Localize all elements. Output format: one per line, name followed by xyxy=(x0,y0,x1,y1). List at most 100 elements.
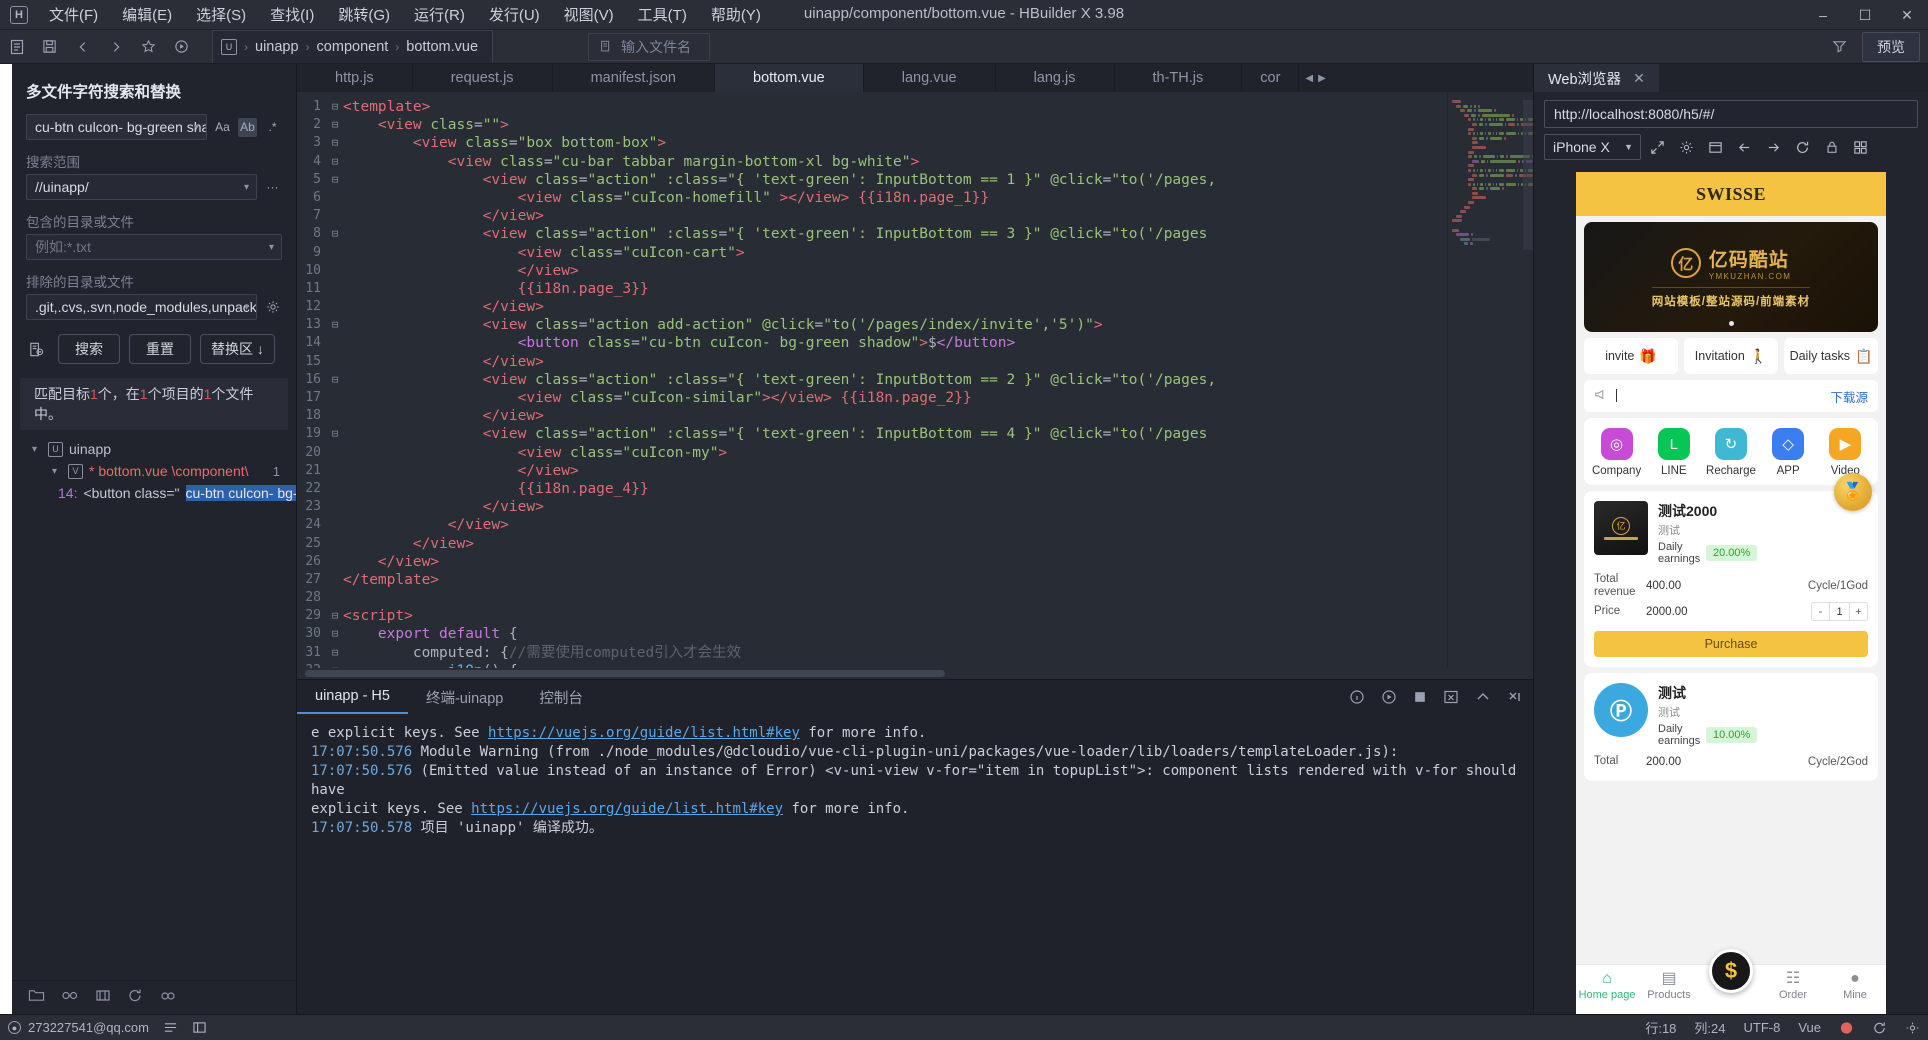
exclude-input[interactable]: .git,.cvs,.svn,node_modules,unpackage ▾ xyxy=(26,294,257,320)
console-output[interactable]: e explicit keys. See https://vuejs.org/g… xyxy=(297,714,1533,1014)
tab-th-th-js[interactable]: th-TH.js xyxy=(1115,64,1243,92)
reload-icon[interactable] xyxy=(1790,134,1815,160)
match-case-icon[interactable]: Aa xyxy=(213,118,232,137)
menu-item-file[interactable]: 文件(F) xyxy=(38,0,109,29)
code-text[interactable]: </view> xyxy=(343,262,1447,280)
status-account-group[interactable]: ● 273227541@qq.com xyxy=(8,1020,149,1035)
code-text[interactable]: <view class=""> xyxy=(343,116,1447,134)
plugin-icon[interactable] xyxy=(95,988,111,1007)
console-run-icon[interactable] xyxy=(1381,689,1397,705)
scope-input[interactable]: //uinapp/ ▾ xyxy=(26,174,257,200)
code-text[interactable]: <script> xyxy=(343,607,1447,625)
include-input[interactable]: 例如:*.txt ▾ xyxy=(26,234,282,260)
product-1-purchase-button[interactable]: Purchase xyxy=(1594,631,1868,657)
download-source-link[interactable]: 下载源 xyxy=(1830,387,1868,406)
search-button[interactable]: 搜索 xyxy=(58,334,120,364)
fold-toggle-icon[interactable]: ⊟ xyxy=(327,134,343,152)
tabbar-mine[interactable]: ● Mine xyxy=(1824,970,1886,1001)
url-input[interactable]: http://localhost:8080/h5/#/ xyxy=(1544,100,1918,128)
save-icon[interactable] xyxy=(33,30,66,64)
status-encoding[interactable]: UTF-8 xyxy=(1744,1020,1781,1035)
tabbar-home[interactable]: ⌂ Home page xyxy=(1576,970,1638,1001)
back-icon[interactable] xyxy=(66,30,99,64)
product-card-2[interactable]: Ⓟ 测试 测试 Daily earnings 10.00% Total 200.… xyxy=(1584,673,1878,781)
status-list-icon[interactable] xyxy=(163,1021,178,1034)
announcement-text[interactable] xyxy=(1616,389,1822,403)
tab-next-icon[interactable]: ▶ xyxy=(1318,73,1326,84)
settings-gear-icon[interactable] xyxy=(263,298,282,317)
fold-toggle-icon[interactable]: ⊟ xyxy=(327,607,343,625)
feature-app[interactable]: ◇ APP xyxy=(1760,428,1816,477)
quantity-increase-button[interactable]: + xyxy=(1850,603,1867,620)
menu-item-goto[interactable]: 跳转(G) xyxy=(327,0,401,29)
code-text[interactable]: <view class="box bottom-box"> xyxy=(343,134,1447,152)
code-text[interactable]: </view> xyxy=(343,535,1447,553)
terminal-link-icon[interactable] xyxy=(61,988,79,1007)
console-tab-output[interactable]: 控制台 xyxy=(521,680,601,714)
code-text[interactable]: <view class="action" :class="{ 'text-gre… xyxy=(343,425,1447,443)
menu-item-find[interactable]: 查找(I) xyxy=(259,0,325,29)
fold-toggle-icon[interactable]: ⊟ xyxy=(327,625,343,643)
quantity-value[interactable]: 1 xyxy=(1829,603,1850,620)
feature-line[interactable]: L LINE xyxy=(1646,428,1702,477)
status-sync-icon[interactable] xyxy=(1872,1021,1887,1035)
menu-item-help[interactable]: 帮助(Y) xyxy=(700,0,772,29)
close-icon[interactable]: ✕ xyxy=(1633,70,1645,87)
code-text[interactable]: </view> xyxy=(343,462,1447,480)
tab-manifest-json[interactable]: manifest.json xyxy=(553,64,715,92)
menu-item-edit[interactable]: 编辑(E) xyxy=(111,0,183,29)
replace-area-button[interactable]: 替换区 ↓ xyxy=(200,334,275,364)
code-text[interactable]: <view class="cuIcon-my"> xyxy=(343,444,1447,462)
breadcrumb-file[interactable]: bottom.vue xyxy=(406,39,478,55)
filter-icon[interactable] xyxy=(1823,30,1856,64)
fold-toggle-icon[interactable]: ⊟ xyxy=(327,316,343,334)
bookmark-star-icon[interactable] xyxy=(132,30,165,64)
code-text[interactable]: <view class="action" :class="{ 'text-gre… xyxy=(343,225,1447,243)
tree-node-file[interactable]: ▾ V * bottom.vue \component\ 1 xyxy=(12,460,296,482)
fold-toggle-icon[interactable]: ⊟ xyxy=(327,116,343,134)
code-text[interactable]: </template> xyxy=(343,571,1447,589)
fold-toggle-icon[interactable]: ⊟ xyxy=(327,644,343,662)
console-tab-h5[interactable]: uinapp - H5 xyxy=(297,680,408,714)
browse-folder-button[interactable]: ··· xyxy=(263,178,282,197)
app-scroll-content[interactable]: 亿 亿码酷站 YMKUZHAN.COM 网站模板/整站源码/前端素材 invit… xyxy=(1576,216,1886,964)
tabbar-order[interactable]: ☷ Order xyxy=(1762,970,1824,1001)
device-selector[interactable]: iPhone X ▼ xyxy=(1544,134,1641,160)
quantity-decrease-button[interactable]: - xyxy=(1812,603,1829,620)
code-text[interactable]: </view> xyxy=(343,207,1447,225)
grid-view-icon[interactable] xyxy=(1848,134,1873,160)
console-link[interactable]: https://vuejs.org/guide/list.html#key xyxy=(471,801,783,817)
product-1-quantity-stepper[interactable]: - 1 + xyxy=(1811,602,1868,621)
code-text[interactable]: <view class="cuIcon-similar"></view> {{i… xyxy=(343,389,1447,407)
code-text[interactable]: computed: {//需要使用computed引入才会生效 xyxy=(343,644,1447,662)
chevron-down-icon-exclude[interactable]: ▾ xyxy=(244,302,249,313)
settings-icon[interactable] xyxy=(1674,134,1699,160)
tab-request-js[interactable]: request.js xyxy=(413,64,553,92)
search-history-icon[interactable] xyxy=(28,341,45,358)
tab-bottom-vue[interactable]: bottom.vue xyxy=(715,64,864,92)
fold-toggle-icon[interactable]: ⊟ xyxy=(327,171,343,189)
maximize-button[interactable]: ☐ xyxy=(1844,0,1886,30)
preview-tab[interactable]: Web浏览器 ✕ xyxy=(1534,64,1659,92)
fold-toggle-icon[interactable]: ⊟ xyxy=(327,98,343,116)
product-card-1[interactable]: 🏅 亿 测试2000 测试 Daily earnings 20.00% Tota… xyxy=(1584,473,1878,667)
forward-icon[interactable] xyxy=(99,30,132,64)
feature-recharge[interactable]: ↻ Recharge xyxy=(1703,428,1759,477)
code-text[interactable]: {{i18n.page_3}} xyxy=(343,280,1447,298)
code-text[interactable]: <view class="cuIcon-homefill" ></view> {… xyxy=(343,189,1447,207)
console-stop-icon[interactable] xyxy=(1413,690,1427,704)
new-file-icon[interactable] xyxy=(0,30,33,64)
fold-toggle-icon[interactable]: ⊟ xyxy=(327,425,343,443)
preview-button[interactable]: 预览 xyxy=(1862,31,1920,62)
code-text[interactable]: {{i18n.page_4}} xyxy=(343,480,1447,498)
code-text[interactable]: <view class="action" :class="{ 'text-gre… xyxy=(343,171,1447,189)
code-text[interactable]: <view class="cu-bar tabbar margin-bottom… xyxy=(343,153,1447,171)
status-settings-icon[interactable] xyxy=(1905,1021,1920,1035)
minimize-button[interactable]: – xyxy=(1802,0,1844,30)
status-row[interactable]: 行:18 xyxy=(1645,1018,1676,1037)
menu-item-run[interactable]: 运行(R) xyxy=(403,0,476,29)
menu-item-tools[interactable]: 工具(T) xyxy=(627,0,698,29)
code-text[interactable]: <view class="action add-action" @click="… xyxy=(343,316,1447,334)
console-clear-icon[interactable] xyxy=(1443,689,1459,705)
lock-icon[interactable] xyxy=(1819,134,1844,160)
